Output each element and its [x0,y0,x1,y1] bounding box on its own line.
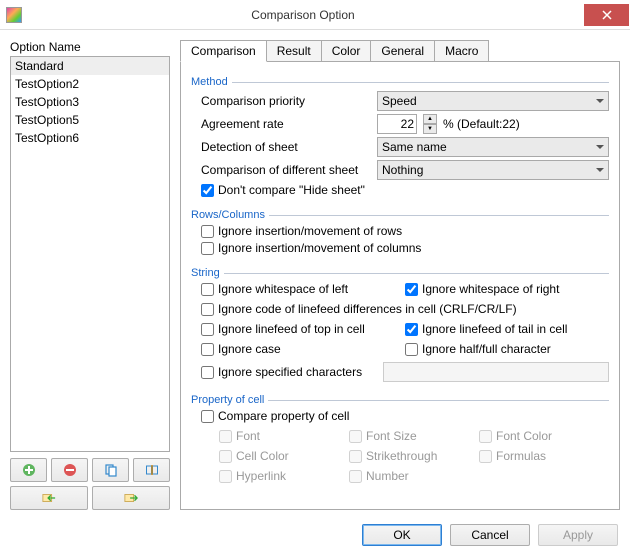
compare-prop-checkbox[interactable]: Compare property of cell [201,409,609,423]
tab-general[interactable]: General [370,40,435,62]
spin-down[interactable]: ▼ [423,124,437,134]
priority-label: Comparison priority [201,94,371,108]
priority-select[interactable]: Speed [377,91,609,111]
remove-button[interactable] [51,458,88,482]
ws-right-checkbox[interactable]: Ignore whitespace of right [405,282,609,296]
apply-button: Apply [538,524,618,546]
spin-up[interactable]: ▲ [423,114,437,124]
tab-comparison[interactable]: Comparison [180,40,267,62]
rowscols-legend: Rows/Columns [191,209,269,221]
method-legend: Method [191,76,232,88]
detection-select[interactable]: Same name [377,137,609,157]
chevron-down-icon [596,99,604,103]
detection-label: Detection of sheet [201,140,371,154]
diff-label: Comparison of different sheet [201,163,371,177]
tab-content: Method Comparison priority Speed Agreeme… [180,61,620,510]
rate-input[interactable] [377,114,417,134]
chevron-down-icon [596,145,604,149]
dialog-buttons: OK Cancel Apply [0,520,630,554]
option-item[interactable]: TestOption5 [11,111,169,129]
ok-button[interactable]: OK [362,524,442,546]
option-item[interactable]: TestOption2 [11,75,169,93]
tab-macro[interactable]: Macro [434,40,489,62]
rename-button[interactable] [133,458,170,482]
halffull-checkbox[interactable]: Ignore half/full character [405,342,609,356]
ws-left-checkbox[interactable]: Ignore whitespace of left [201,282,405,296]
diff-select[interactable]: Nothing [377,160,609,180]
tabs: Comparison Result Color General Macro [180,40,620,62]
tab-color[interactable]: Color [321,40,372,62]
option-item[interactable]: TestOption3 [11,93,169,111]
app-icon [6,7,22,23]
tab-result[interactable]: Result [266,40,322,62]
title-bar: Comparison Option [0,0,630,30]
cancel-button[interactable]: Cancel [450,524,530,546]
rate-suffix: % (Default:22) [443,117,520,131]
spec-checkbox[interactable]: Ignore specified characters [201,365,377,379]
prop-fontcolor-checkbox: Font Color [479,429,609,443]
prop-strike-checkbox: Strikethrough [349,449,479,463]
ignore-rows-checkbox[interactable]: Ignore insertion/movement of rows [201,224,609,238]
option-list[interactable]: Standard TestOption2 TestOption3 TestOpt… [10,56,170,452]
window-title: Comparison Option [22,8,584,22]
lf-top-checkbox[interactable]: Ignore linefeed of top in cell [201,322,405,336]
option-item[interactable]: TestOption6 [11,129,169,147]
export-button[interactable] [92,486,170,510]
copy-button[interactable] [92,458,129,482]
prop-number-checkbox: Number [349,469,479,483]
case-checkbox[interactable]: Ignore case [201,342,405,356]
prop-legend: Property of cell [191,394,268,406]
chevron-down-icon [596,168,604,172]
lf-code-checkbox[interactable]: Ignore code of linefeed differences in c… [201,302,609,316]
lf-tail-checkbox[interactable]: Ignore linefeed of tail in cell [405,322,609,336]
import-button[interactable] [10,486,88,510]
rate-label: Agreement rate [201,117,371,131]
close-button[interactable] [584,4,629,26]
prop-hyperlink-checkbox: Hyperlink [219,469,349,483]
prop-font-checkbox: Font [219,429,349,443]
option-item-standard[interactable]: Standard [11,57,169,75]
prop-cellcolor-checkbox: Cell Color [219,449,349,463]
string-legend: String [191,267,224,279]
prop-fontsize-checkbox: Font Size [349,429,479,443]
spec-input[interactable] [383,362,609,382]
add-button[interactable] [10,458,47,482]
option-name-label: Option Name [10,40,170,54]
ignore-cols-checkbox[interactable]: Ignore insertion/movement of columns [201,241,609,255]
hide-sheet-checkbox[interactable]: Don't compare "Hide sheet" [201,183,609,197]
prop-formulas-checkbox: Formulas [479,449,609,463]
